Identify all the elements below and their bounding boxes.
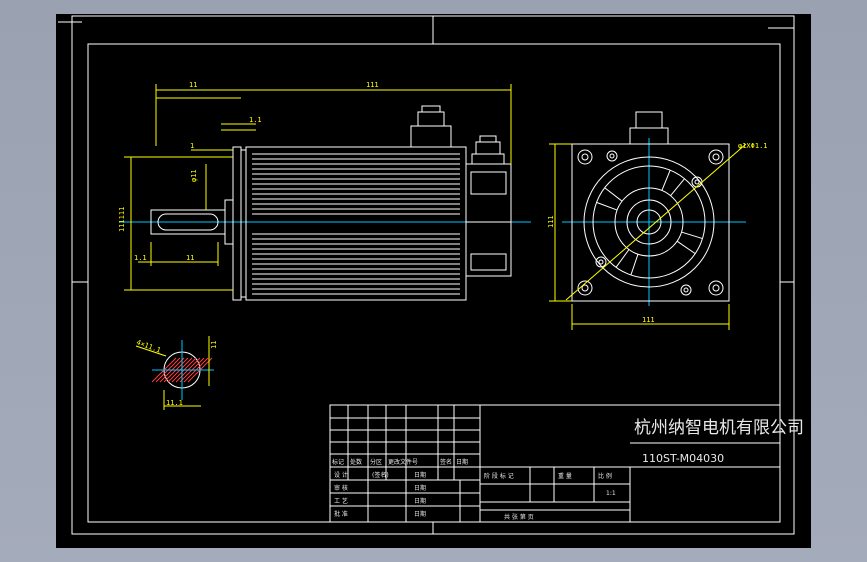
role-3: 批 准 [334, 510, 348, 518]
rib-line [630, 254, 639, 276]
cad-viewport: 111 11 1.1 1 φ11 111111 11 1.1 111 111 φ… [0, 0, 867, 562]
motor-flange [232, 146, 247, 301]
bolt-hole-inner [712, 284, 720, 292]
role-2: 工 艺 [334, 497, 348, 505]
rev-header-5: 日期 [456, 458, 468, 466]
dim-top-left: 11 [189, 81, 197, 89]
dim-flange-left: 111111 [118, 207, 126, 232]
rev-header-3: 更改文件号 [388, 458, 418, 466]
rev-header-1: 处数 [350, 458, 362, 466]
encoder-connector [471, 135, 505, 165]
front-view: 111 11 1.1 1 φ11 111111 11 1.1 [118, 81, 531, 301]
dim-bolt-circle: φ1XΦ1.1 [738, 142, 768, 150]
rev-header-0: 标记 [332, 458, 344, 466]
model-number: 110ST-M04030 [642, 452, 724, 465]
mount-hole [606, 150, 618, 162]
stage-header-0: 阶 段 标 记 [484, 472, 514, 480]
rib-line [676, 240, 696, 255]
role-2-date: 日期 [414, 497, 426, 505]
bolt-hole [708, 280, 724, 296]
rib-line [615, 249, 630, 268]
shaft-section: 4×11.1 11.1 11 [135, 336, 218, 410]
side-view: 111 111 φ1XΦ1.1 [547, 111, 768, 330]
mount-hole-inner [683, 287, 689, 293]
side-connector-cap [635, 111, 663, 129]
drawing-sheet: 111 11 1.1 1 φ11 111111 11 1.1 111 111 φ… [56, 14, 811, 548]
dim-section-bottom: 11.1 [166, 399, 183, 407]
bolt-hole-inner [712, 153, 720, 161]
rib-line [681, 231, 703, 240]
dim-side-width: 111 [642, 316, 655, 324]
power-connector [410, 105, 452, 148]
rib-line [596, 201, 618, 211]
stage-header-2: 比 例 [598, 472, 612, 480]
mount-hole-inner [694, 179, 700, 185]
role-0-sign: (签名) [372, 471, 389, 479]
dim-section-label: 4×11.1 [135, 338, 162, 354]
mount-hole-inner [598, 259, 604, 265]
dim-side-height: 111 [547, 215, 555, 228]
rib-line [604, 187, 623, 202]
bolt-hole [708, 149, 724, 165]
mount-hole [680, 284, 692, 296]
scale-value: 1:1 [606, 490, 616, 497]
role-1: 审 核 [334, 484, 348, 492]
cooling-fins [252, 153, 460, 295]
inner-frame [87, 43, 781, 523]
dim-section-side: 11 [210, 341, 218, 349]
stage-header-1: 重 量 [558, 472, 572, 480]
rev-header-4: 签名 [440, 458, 452, 466]
rev-header-2: 分区 [370, 458, 382, 466]
rib-line [661, 169, 671, 191]
encoder-housing [465, 163, 512, 277]
motor-body [245, 146, 467, 301]
drawing-canvas: 111 11 1.1 1 φ11 111111 11 1.1 111 111 φ… [58, 15, 804, 535]
company-name: 杭州纳智电机有限公司 [634, 418, 804, 438]
dim-top-overall: 111 [366, 81, 379, 89]
dim-shaft-step: 1.1 [249, 116, 262, 124]
mount-hole-inner [609, 153, 615, 159]
bolt-hole-inner [581, 153, 589, 161]
bolt-hole [577, 149, 593, 165]
role-1-date: 日期 [414, 484, 426, 492]
dim-key-len: 11 [186, 254, 194, 262]
dim-key-off: 1.1 [134, 254, 147, 262]
sheet-info: 共 张 第 页 [504, 513, 534, 521]
role-0-date: 日期 [414, 471, 426, 479]
role-3-date: 日期 [414, 510, 426, 518]
role-0: 设 计 [334, 471, 348, 479]
dim-shaft-dia: φ11 [190, 169, 198, 182]
dim-shaft-small: 1 [190, 142, 194, 150]
rib-line [670, 178, 685, 197]
